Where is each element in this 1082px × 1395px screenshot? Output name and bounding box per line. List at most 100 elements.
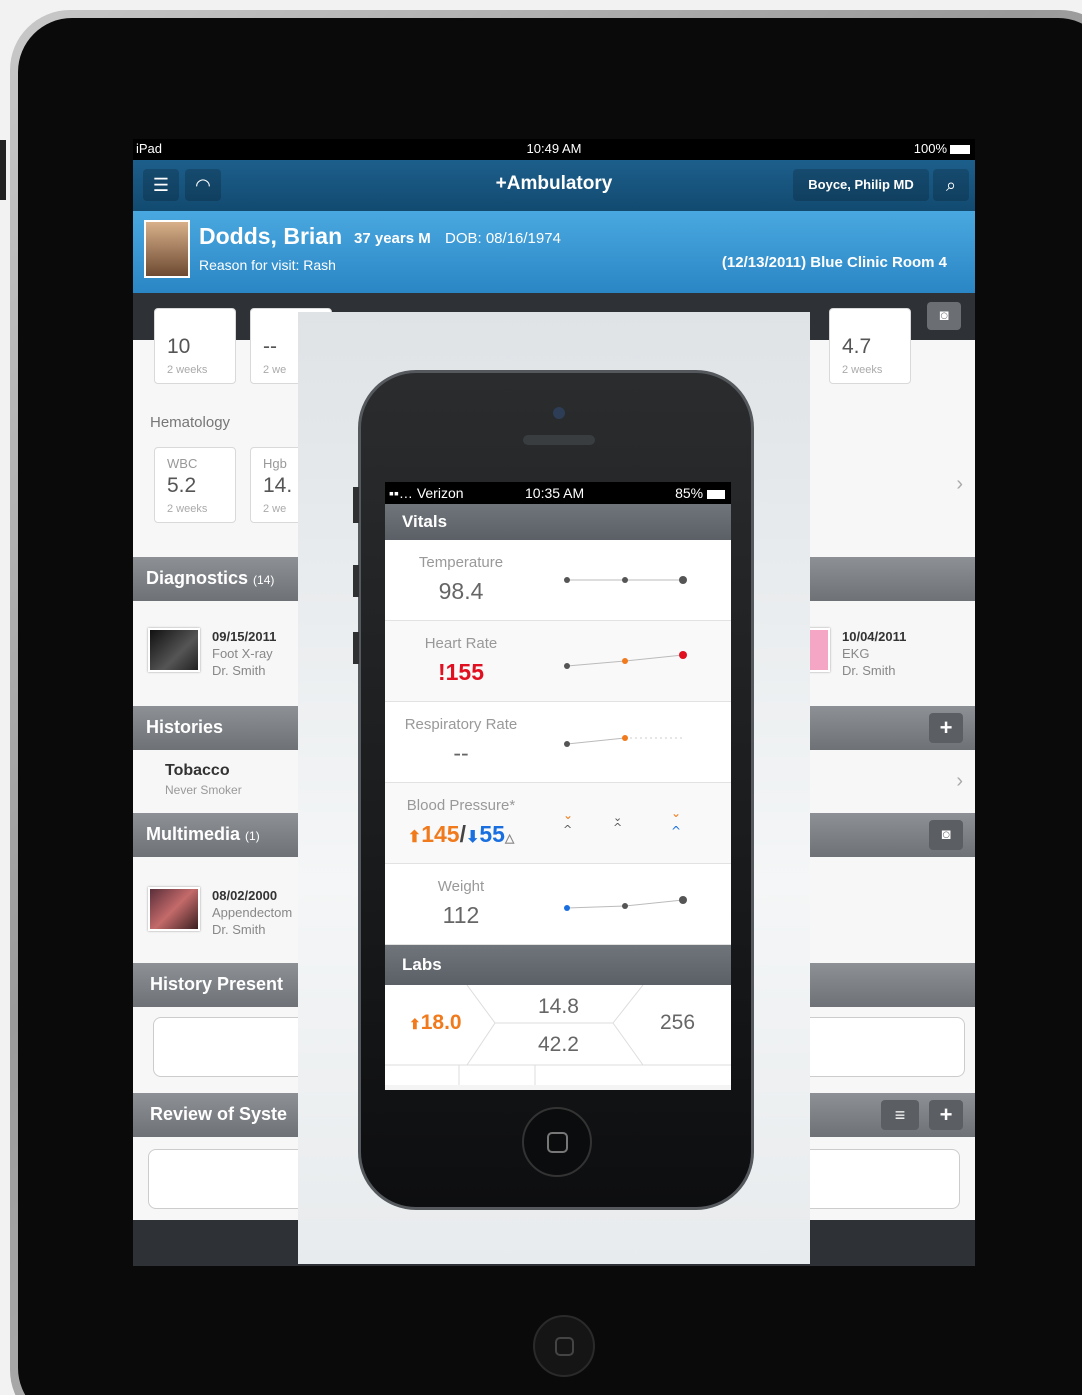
diagnostic-text: 09/15/2011 Foot X-ray Dr. Smith bbox=[212, 628, 276, 679]
spark-point bbox=[564, 741, 570, 747]
list-icon: ≡ bbox=[894, 1105, 906, 1125]
section-title: Review of Syste bbox=[150, 1104, 288, 1124]
spark-point bbox=[679, 576, 687, 584]
spark-point bbox=[622, 903, 628, 909]
vital-value: 112 bbox=[442, 902, 480, 928]
media-text: 08/02/2000 Appendectom Dr. Smith bbox=[212, 887, 292, 938]
spark-point bbox=[622, 577, 628, 583]
blood-pressure-sparkline: ⌄^ ⌄^ ⌄^ bbox=[563, 806, 681, 838]
ipad-status-bar: iPad 10:49 AM 100% bbox=[133, 139, 975, 160]
search-button[interactable]: ⌕ bbox=[933, 169, 969, 201]
spark-point bbox=[679, 896, 687, 904]
plus-icon: + bbox=[939, 715, 953, 740]
vital-row-heart-rate[interactable]: Heart Rate !155 bbox=[385, 621, 731, 702]
add-review-button[interactable]: + bbox=[929, 1100, 963, 1130]
iphone-screen: ▪▪… Verizon 10:35 AM 85% Vitals Temperat… bbox=[385, 482, 731, 1090]
bp-glyph-1b: ^ bbox=[563, 823, 572, 836]
lab-tile[interactable]: 10 2 weeks bbox=[154, 308, 236, 384]
media-date: 08/02/2000 bbox=[212, 888, 278, 903]
diagnostic-doctor: Dr. Smith bbox=[212, 663, 266, 678]
vital-row-weight[interactable]: Weight 112 bbox=[385, 864, 731, 945]
vital-label: Respiratory Rate bbox=[404, 716, 518, 733]
page: iPad 10:49 AM 100% ☰ ◠ +Ambulatory Boyce… bbox=[0, 0, 1082, 1395]
lab-value-high: ⬆18.0 bbox=[409, 1011, 462, 1035]
diagnostic-text: 10/04/2011 EKG Dr. Smith bbox=[842, 628, 906, 679]
spark-point bbox=[679, 651, 687, 659]
iphone-battery: 85% bbox=[675, 485, 725, 501]
front-camera bbox=[553, 407, 565, 419]
patient-avatar bbox=[144, 220, 190, 278]
blood-pressure-value: ⬆145/⬇55△ bbox=[385, 821, 537, 848]
user-button[interactable]: Boyce, Philip MD bbox=[793, 169, 929, 201]
vital-value: 98.4 bbox=[438, 578, 484, 604]
diagnostic-name: Foot X-ray bbox=[212, 646, 273, 661]
vital-label: Temperature bbox=[418, 554, 504, 571]
lab-age: 2 we bbox=[263, 503, 287, 515]
iphone-overlay-panel: ▪▪… Verizon 10:35 AM 85% Vitals Temperat… bbox=[298, 312, 810, 1264]
lab-tile-wbc[interactable]: WBC 5.2 2 weeks bbox=[154, 447, 236, 523]
add-media-button[interactable]: ◙ bbox=[929, 820, 963, 850]
media-doctor: Dr. Smith bbox=[212, 922, 266, 937]
carrier: ▪▪… Verizon bbox=[389, 485, 464, 501]
up-arrow-icon: ⬆ bbox=[409, 1016, 421, 1032]
section-title: Histories bbox=[146, 717, 224, 737]
hematology-label: Hematology bbox=[150, 414, 231, 431]
patient-dob: DOB: 08/16/1974 bbox=[445, 230, 561, 247]
app-bar: ☰ ◠ +Ambulatory Boyce, Philip MD ⌕ bbox=[133, 160, 975, 211]
section-title: History Present bbox=[150, 974, 284, 994]
vital-row-respiratory-rate[interactable]: Respiratory Rate -- bbox=[385, 702, 731, 783]
search-icon: ⌕ bbox=[945, 175, 957, 195]
history-title: Tobacco bbox=[165, 762, 230, 779]
lab-age: 2 weeks bbox=[842, 364, 883, 376]
bp-glyph-2b: ^ bbox=[613, 821, 622, 834]
down-arrow-icon: ⬇ bbox=[465, 829, 480, 846]
vital-row-temperature[interactable]: Temperature 98.4 bbox=[385, 540, 731, 621]
weight-sparkline bbox=[564, 896, 687, 911]
triangle-icon: △ bbox=[504, 831, 515, 845]
bp-glyph-3: ⌄ bbox=[671, 806, 681, 820]
lab-tile[interactable]: 4.7 2 weeks bbox=[829, 308, 911, 384]
lab-label: Hgb bbox=[263, 456, 287, 471]
xray-thumbnail bbox=[148, 628, 200, 672]
lab-value: 4.7 bbox=[842, 335, 872, 358]
vital-label: Weight bbox=[437, 878, 485, 895]
status-time: 10:49 AM bbox=[526, 141, 582, 156]
vitals-header: Vitals bbox=[385, 504, 731, 540]
labs-grid[interactable]: ⬆18.0 14.8 42.2 256 bbox=[385, 985, 731, 1085]
lab-value: -- bbox=[263, 335, 277, 358]
battery-icon bbox=[707, 490, 725, 499]
list-button[interactable]: ≡ bbox=[881, 1100, 919, 1130]
camera-button[interactable]: ◙ bbox=[927, 302, 961, 330]
left-edge-strip bbox=[0, 140, 6, 200]
ipad-home-button[interactable] bbox=[533, 1315, 595, 1377]
spark-point bbox=[564, 663, 570, 669]
bp-glyph-3b: ^ bbox=[671, 824, 681, 838]
lab-value: 10 bbox=[167, 335, 191, 358]
lab-top-value: 14.8 bbox=[538, 995, 579, 1018]
section-title: Diagnostics bbox=[146, 568, 249, 588]
lab-age: 2 weeks bbox=[167, 364, 208, 376]
respiratory-sparkline bbox=[564, 735, 685, 747]
iphone-home-button[interactable] bbox=[522, 1107, 592, 1177]
home-square-icon bbox=[555, 1337, 574, 1356]
battery-percent: 85% bbox=[675, 485, 704, 501]
spark-point bbox=[622, 658, 628, 664]
visit-location: (12/13/2011) Blue Clinic Room 4 bbox=[721, 254, 947, 271]
chevron-right-icon[interactable]: › bbox=[956, 770, 963, 793]
chevron-right-icon[interactable]: › bbox=[956, 473, 963, 496]
vital-row-blood-pressure[interactable]: Blood Pressure* ⬆145/⬇55△ ⌄ ^ ⌄ ^ ⌄ ^ bbox=[385, 783, 731, 864]
battery-percent: 100% bbox=[913, 141, 947, 156]
vital-label: Blood Pressure* bbox=[406, 797, 516, 814]
vital-value-alert: !155 bbox=[437, 659, 485, 685]
lab-bottom-value: 42.2 bbox=[538, 1033, 579, 1056]
media-name: Appendectom bbox=[212, 905, 293, 920]
vital-value: -- bbox=[453, 740, 469, 766]
diagnostic-date: 09/15/2011 bbox=[212, 629, 277, 644]
add-history-button[interactable]: + bbox=[929, 713, 963, 743]
spark-point bbox=[622, 735, 628, 741]
section-count: (1) bbox=[245, 829, 260, 843]
volume-down-button bbox=[353, 632, 359, 664]
history-item[interactable]: Tobacco Never Smoker bbox=[165, 762, 242, 797]
lab-age: 2 we bbox=[263, 364, 287, 376]
section-count: (14) bbox=[253, 573, 275, 587]
